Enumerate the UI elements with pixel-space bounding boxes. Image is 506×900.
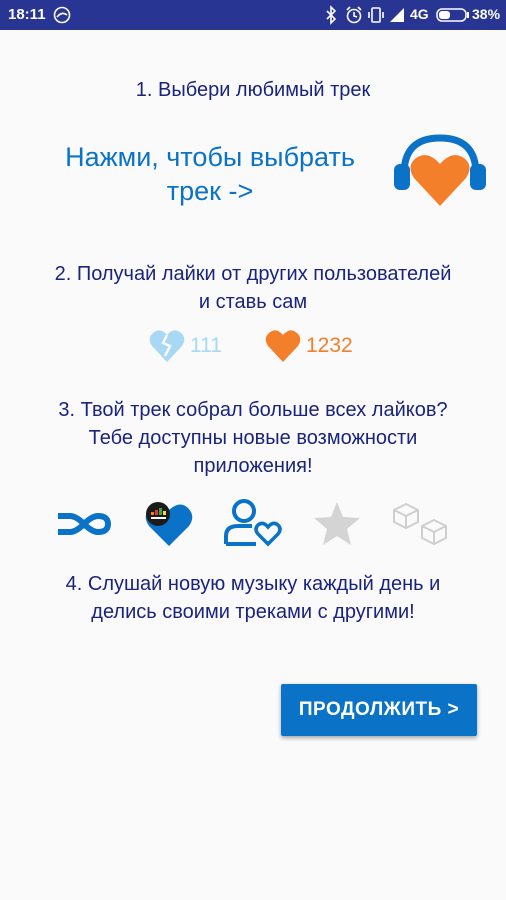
vibrate-icon [368,5,384,30]
step-2-line-1: 2. Получай лайки от других пользователей [54,263,452,285]
step-3-text: 3. Твой трек собрал больше всех лайков? … [0,396,506,480]
deezer-heart-icon [144,500,194,553]
broken-heart-icon [148,328,186,369]
step-4-line-1: 4. Слушай новую музыку каждый день и [65,573,441,595]
heart-icon [264,328,302,369]
step-3-line-1: 3. Твой трек собрал больше всех лайков? [58,399,448,421]
choose-track-line-1: Нажми, чтобы выбрать [65,142,355,172]
status-bar: 18:11 4G 38% [0,0,506,30]
star-icon [312,500,362,551]
step-3-line-2: Тебе доступны новые возможности [88,427,418,449]
headphones-heart-icon[interactable] [390,130,490,215]
step-1-text: 1. Выбери любимый трек [0,76,506,104]
cubes-icon [390,500,452,553]
step-1-line: 1. Выбери любимый трек [135,79,371,101]
step-3-line-3: приложения! [193,455,313,477]
choose-track-link[interactable]: Нажми, чтобы выбрать трек -> [40,140,380,208]
continue-button[interactable]: ПРОДОЛЖИТЬ > [281,684,477,736]
user-heart-icon [222,498,284,553]
network-type: 4G [410,6,429,22]
alarm-icon [344,5,364,30]
battery-icon [436,8,470,27]
infinity-icon [56,506,112,547]
signal-icon [388,5,406,30]
choose-track-line-2: трек -> [166,176,254,206]
step-4-line-2: делись своими треками с другими! [91,601,415,623]
battery-percent: 38% [472,6,501,22]
step-2-line-2: и ставь сам [198,291,308,313]
bluetooth-icon [324,5,338,30]
like-count: 1232 [306,334,353,357]
dislike-count: 111 [190,334,222,357]
step-4-text: 4. Слушай новую музыку каждый день и дел… [0,570,506,626]
notification-icon [52,5,72,30]
step-2-text: 2. Получай лайки от других пользователей… [0,260,506,316]
status-time: 18:11 [8,6,46,23]
